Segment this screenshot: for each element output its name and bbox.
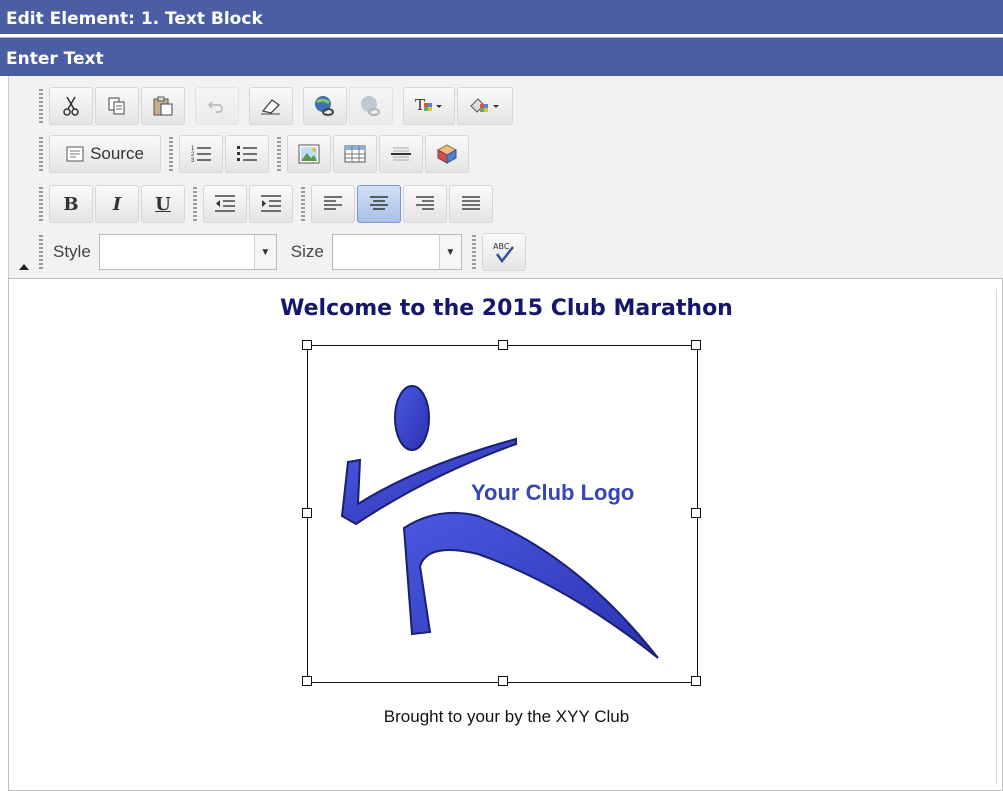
align-right-button[interactable] (403, 185, 447, 223)
undo-icon (208, 101, 223, 113)
justify-icon (462, 196, 480, 210)
toolbar-row-2: Source 123 (9, 132, 471, 176)
toolbar-row-4: Style ▼ Size ▼ ABC (9, 230, 528, 274)
align-center-button[interactable] (357, 185, 401, 223)
cut-icon (63, 96, 79, 116)
resize-handle-e[interactable] (691, 508, 701, 518)
text-color-icon: T (415, 96, 442, 114)
numbered-list-button[interactable]: 123 (179, 135, 223, 173)
toolbar-separator (277, 137, 281, 171)
toolbar-separator (193, 187, 197, 221)
resize-handle-nw[interactable] (302, 340, 312, 350)
resize-handle-sw[interactable] (302, 676, 312, 686)
indent-button[interactable] (249, 185, 293, 223)
toolbar-row-1: T (9, 84, 515, 128)
image-button[interactable] (287, 135, 331, 173)
text-color-button[interactable]: T (403, 87, 455, 125)
toolbar-grip[interactable] (39, 187, 43, 221)
logo-text: Your Club Logo (471, 480, 635, 505)
style-select[interactable]: ▼ (98, 234, 277, 270)
italic-button[interactable]: I (95, 185, 139, 223)
copy-icon (108, 97, 125, 115)
cut-button[interactable] (49, 87, 93, 125)
remove-format-button[interactable] (249, 87, 293, 125)
spellcheck-icon: ABC (493, 242, 514, 264)
unlink-button[interactable] (349, 87, 393, 125)
outdent-icon (215, 195, 235, 212)
collapse-toolbar-icon[interactable] (19, 264, 29, 270)
cube-icon (436, 144, 458, 164)
bold-button[interactable]: B (49, 185, 93, 223)
toolbar-separator (169, 137, 173, 171)
resize-handle-s[interactable] (498, 676, 508, 686)
chevron-down-icon[interactable]: ▼ (253, 235, 276, 269)
svg-text:T: T (415, 96, 425, 114)
source-button[interactable]: Source (49, 135, 161, 173)
svg-text:ABC: ABC (493, 242, 510, 251)
numbered-list-icon: 123 (191, 146, 211, 164)
editor-content-area[interactable]: Welcome to the 2015 Club Marathon Your C… (8, 278, 1003, 791)
image-icon (298, 144, 320, 164)
toolbar-row-3: B I U (9, 182, 495, 226)
editor-scrollbar[interactable] (996, 289, 1002, 784)
toolbar-grip[interactable] (39, 137, 43, 171)
table-button[interactable] (333, 135, 377, 173)
style-label: Style (53, 242, 91, 261)
selected-logo-image[interactable]: Your Club Logo (302, 340, 701, 686)
resize-handle-se[interactable] (691, 676, 701, 686)
spellcheck-button[interactable]: ABC (481, 233, 526, 271)
background-color-button[interactable] (457, 87, 513, 125)
toolbar-grip[interactable] (39, 89, 43, 123)
toolbar-separator (301, 187, 305, 221)
bulleted-list-icon (237, 146, 257, 161)
source-label: Source (90, 144, 144, 163)
indent-icon (261, 195, 281, 212)
horizontal-rule-icon (391, 147, 411, 161)
table-icon (344, 145, 366, 163)
align-center-icon (370, 196, 388, 210)
source-icon (66, 146, 84, 162)
horizontal-rule-button[interactable] (379, 135, 423, 173)
content-heading: Welcome to the 2015 Club Marathon (280, 296, 733, 321)
bulleted-list-button[interactable] (225, 135, 269, 173)
outdent-button[interactable] (203, 185, 247, 223)
undo-button[interactable] (195, 87, 239, 125)
paste-icon (153, 96, 173, 116)
special-character-button[interactable] (425, 135, 469, 173)
svg-text:3: 3 (191, 158, 195, 164)
align-left-icon (324, 196, 342, 210)
underline-button[interactable]: U (141, 185, 185, 223)
size-select[interactable]: ▼ (331, 234, 462, 270)
runner-logo-icon (340, 385, 659, 659)
paste-button[interactable] (141, 87, 185, 125)
link-icon (315, 96, 334, 116)
eraser-icon (261, 99, 281, 115)
toolbar-separator (471, 235, 476, 269)
background-color-icon (470, 98, 499, 113)
size-label: Size (290, 242, 324, 261)
chevron-down-icon[interactable]: ▼ (438, 235, 461, 269)
align-right-icon (416, 196, 434, 210)
unlink-icon (361, 96, 380, 116)
resize-handle-n[interactable] (498, 340, 508, 350)
link-button[interactable] (303, 87, 347, 125)
window-title: Edit Element: 1. Text Block (0, 0, 1003, 34)
justify-button[interactable] (449, 185, 493, 223)
section-header: Enter Text (0, 37, 1003, 76)
align-left-button[interactable] (311, 185, 355, 223)
resize-handle-ne[interactable] (691, 340, 701, 350)
resize-handle-w[interactable] (302, 508, 312, 518)
content-caption: Brought to your by the XYY Club (383, 707, 630, 726)
editor-toolbar: T Source 123 B I U Style ▼ Size ▼ ABC (8, 76, 1003, 278)
copy-button[interactable] (95, 87, 139, 125)
toolbar-grip[interactable] (39, 235, 43, 269)
